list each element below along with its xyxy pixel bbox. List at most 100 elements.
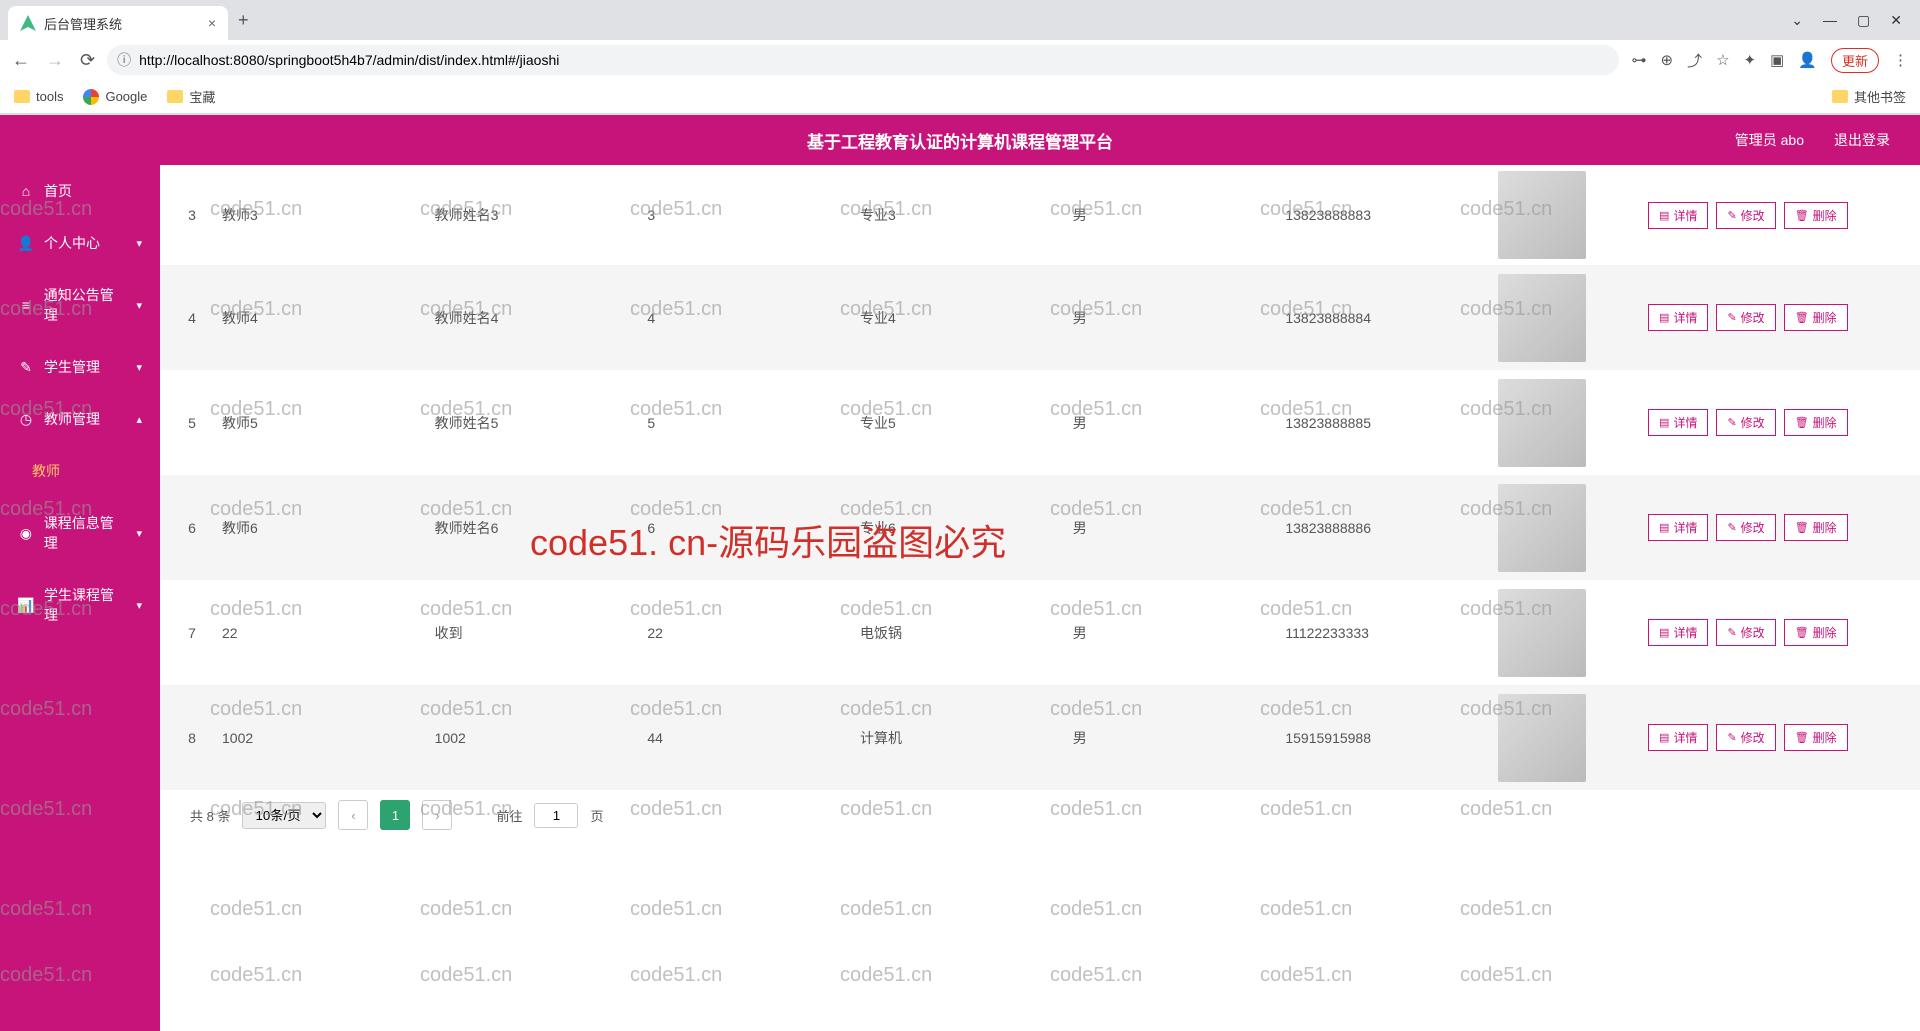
list-icon: ≡ (18, 297, 34, 313)
table-row: 81002100244计算机男15915915988▤详情✎修改🗑删除 (160, 685, 1920, 790)
star-icon[interactable]: ☆ (1716, 51, 1729, 69)
zoom-icon[interactable]: ⊕ (1660, 51, 1673, 69)
close-tab-icon[interactable]: × (208, 15, 216, 31)
delete-button[interactable]: 🗑删除 (1784, 409, 1848, 436)
delete-button[interactable]: 🗑删除 (1784, 619, 1848, 646)
minimize-icon[interactable]: — (1823, 12, 1837, 29)
cell-num: 5 (639, 415, 852, 431)
tab-title: 后台管理系统 (44, 14, 200, 33)
page-title: 基于工程教育认证的计算机课程管理平台 (807, 128, 1113, 153)
sidebar-label: 学生管理 (44, 357, 100, 377)
forward-button[interactable]: → (46, 50, 64, 71)
next-page-button[interactable]: › (422, 800, 452, 830)
page-size-select[interactable]: 10条/页 (242, 802, 326, 829)
delete-button[interactable]: 🗑删除 (1784, 514, 1848, 541)
student-icon: ✎ (18, 359, 34, 375)
detail-button[interactable]: ▤详情 (1648, 514, 1708, 541)
detail-icon: ▤ (1659, 209, 1669, 222)
cell-major: 专业5 (852, 413, 1065, 433)
cell-account: 教师6 (214, 518, 427, 538)
profile-icon[interactable]: 👤 (1798, 51, 1817, 69)
clock-icon: ◷ (18, 411, 34, 427)
cell-index: 3 (170, 207, 214, 223)
cell-num: 4 (639, 310, 852, 326)
browser-tab[interactable]: 后台管理系统 × (8, 6, 228, 40)
cell-major: 专业6 (852, 518, 1065, 538)
cell-phone: 13823888886 (1277, 520, 1490, 536)
share-icon[interactable]: ⤴ (1687, 50, 1702, 71)
cell-account: 教师4 (214, 308, 427, 328)
edit-icon: ✎ (1727, 311, 1736, 324)
update-button[interactable]: 更新 (1831, 48, 1879, 73)
detail-icon: ▤ (1659, 731, 1669, 744)
detail-button[interactable]: ▤详情 (1648, 724, 1708, 751)
home-icon: ⌂ (18, 183, 34, 199)
sidebar-item-个人中心[interactable]: 👤个人中心▾ (0, 217, 160, 269)
sidebar-label: 教师管理 (44, 409, 100, 429)
cell-avatar (1490, 589, 1640, 677)
close-window-icon[interactable]: ✕ (1890, 12, 1902, 29)
bookmark-google[interactable]: Google (83, 89, 147, 105)
back-button[interactable]: ← (12, 50, 30, 71)
new-tab-button[interactable]: + (228, 10, 259, 31)
address-bar[interactable]: ⓘ (107, 45, 1619, 75)
cell-major: 电饭锅 (852, 623, 1065, 643)
sidebar-item-学生管理[interactable]: ✎学生管理▾ (0, 341, 160, 393)
edit-button[interactable]: ✎修改 (1716, 619, 1775, 646)
detail-button[interactable]: ▤详情 (1648, 409, 1708, 436)
url-input[interactable] (139, 52, 1609, 68)
sidebar-item-学生课程管理[interactable]: 📊学生课程管理▾ (0, 569, 160, 641)
dropdown-icon[interactable]: ⌄ (1791, 12, 1803, 29)
edit-icon: ✎ (1727, 731, 1736, 744)
edit-button[interactable]: ✎修改 (1716, 409, 1775, 436)
detail-button[interactable]: ▤详情 (1648, 304, 1708, 331)
bookmark-tools[interactable]: tools (14, 89, 63, 104)
cell-avatar (1490, 379, 1640, 467)
page-number-button[interactable]: 1 (380, 800, 410, 830)
site-info-icon[interactable]: ⓘ (117, 50, 131, 70)
edit-button[interactable]: ✎修改 (1716, 304, 1775, 331)
delete-button[interactable]: 🗑删除 (1784, 304, 1848, 331)
chevron-icon: ▾ (136, 237, 142, 250)
detail-icon: ▤ (1659, 416, 1669, 429)
edit-icon: ✎ (1727, 626, 1736, 639)
other-bookmarks[interactable]: 其他书签 (1832, 87, 1906, 106)
sidebar-label: 教师 (32, 461, 60, 481)
detail-button[interactable]: ▤详情 (1648, 619, 1708, 646)
sidebar-label: 个人中心 (44, 233, 100, 253)
cell-index: 7 (170, 625, 214, 641)
sidebar-item-首页[interactable]: ⌂首页 (0, 165, 160, 217)
reload-button[interactable]: ⟳ (80, 50, 95, 71)
sidebar-item-课程信息管理[interactable]: ◉课程信息管理▾ (0, 497, 160, 569)
cell-num: 6 (639, 520, 852, 536)
maximize-icon[interactable]: ▢ (1857, 12, 1870, 29)
extensions-icon[interactable]: ✦ (1744, 51, 1757, 69)
chart-icon: 📊 (18, 597, 34, 613)
edit-button[interactable]: ✎修改 (1716, 724, 1775, 751)
sidebar-item-通知公告管理[interactable]: ≡通知公告管理▾ (0, 269, 160, 341)
cell-major: 计算机 (852, 728, 1065, 748)
delete-icon: 🗑 (1795, 626, 1809, 639)
sidepanel-icon[interactable]: ▣ (1770, 51, 1784, 69)
sidebar-item-教师[interactable]: 教师 (0, 445, 160, 497)
user-label[interactable]: 管理员 abo (1735, 130, 1804, 150)
edit-button[interactable]: ✎修改 (1716, 202, 1775, 229)
cell-name: 1002 (427, 730, 640, 746)
cell-major: 专业3 (852, 205, 1065, 225)
cell-phone: 11122233333 (1277, 625, 1490, 641)
prev-page-button[interactable]: ‹ (338, 800, 368, 830)
cell-account: 教师3 (214, 205, 427, 225)
logout-button[interactable]: 退出登录 (1834, 130, 1890, 150)
menu-icon[interactable]: ⋮ (1893, 51, 1908, 69)
sidebar-item-教师管理[interactable]: ◷教师管理▴ (0, 393, 160, 445)
key-icon[interactable]: ⊶ (1631, 51, 1646, 69)
edit-button[interactable]: ✎修改 (1716, 514, 1775, 541)
table-row: 722收到22电饭锅男11122233333▤详情✎修改🗑删除 (160, 580, 1920, 685)
delete-button[interactable]: 🗑删除 (1784, 724, 1848, 751)
detail-button[interactable]: ▤详情 (1648, 202, 1708, 229)
goto-suffix: 页 (590, 806, 603, 825)
delete-button[interactable]: 🗑删除 (1784, 202, 1848, 229)
goto-input[interactable] (534, 803, 578, 828)
bookmark-treasure[interactable]: 宝藏 (167, 87, 215, 106)
cell-gender: 男 (1065, 413, 1278, 433)
